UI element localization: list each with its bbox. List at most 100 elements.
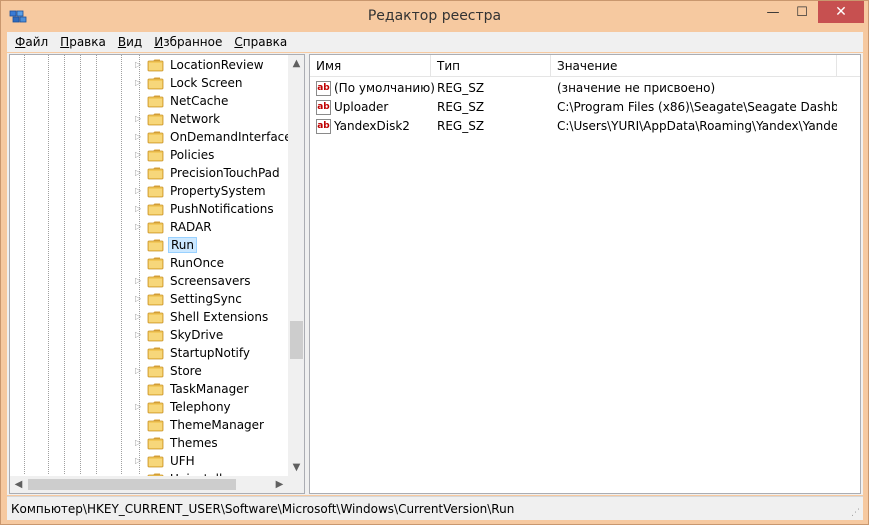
- tree-item-label: Telephony: [170, 400, 231, 414]
- folder-icon: [147, 382, 165, 396]
- folder-icon: [147, 328, 165, 342]
- tree-item[interactable]: ▷ RADAR: [10, 218, 290, 236]
- expand-arrow-icon[interactable]: ▷: [135, 456, 143, 466]
- tree-item-label: SettingSync: [170, 292, 242, 306]
- tree-item[interactable]: ▷ Screensavers: [10, 272, 290, 290]
- folder-icon: [147, 454, 165, 468]
- value-data: C:\Users\YURI\AppData\Roaming\Yandex\Yan…: [557, 119, 837, 133]
- tree-item-label: LocationReview: [170, 58, 264, 72]
- expand-arrow-icon[interactable]: ▷: [135, 402, 143, 412]
- tree-item[interactable]: NetCache: [10, 92, 290, 110]
- expand-arrow-icon[interactable]: ▷: [135, 276, 143, 286]
- column-header-type[interactable]: Тип: [431, 55, 551, 77]
- scroll-left-arrow-icon[interactable]: ◀: [10, 476, 27, 493]
- tree-item[interactable]: StartupNotify: [10, 344, 290, 362]
- string-value-icon: ab: [316, 100, 331, 115]
- list-row[interactable]: ab (По умолчанию) REG_SZ (значение не присв…: [310, 79, 860, 98]
- expand-arrow-icon[interactable]: ▷: [135, 366, 143, 376]
- folder-icon: [147, 364, 165, 378]
- menu-help-label: правка: [242, 35, 288, 49]
- expand-arrow-icon[interactable]: ▷: [135, 330, 143, 340]
- tree-vertical-scrollbar[interactable]: ▲ ▼: [288, 55, 304, 476]
- expand-arrow-icon[interactable]: ▷: [135, 312, 143, 322]
- tree-item[interactable]: ▷ Lock Screen: [10, 74, 290, 92]
- menu-view[interactable]: Вид: [112, 32, 148, 52]
- list-row[interactable]: ab YandexDisk2 REG_SZ C:\Users\YURI\AppData…: [310, 117, 860, 136]
- menu-help[interactable]: Справка: [228, 32, 293, 52]
- value-name: Uploader: [334, 100, 389, 114]
- tree-item-label: StartupNotify: [170, 346, 251, 360]
- close-button[interactable]: ✕: [818, 1, 864, 23]
- scroll-down-arrow-icon[interactable]: ▼: [288, 459, 304, 476]
- column-header-value[interactable]: Значение: [551, 55, 837, 77]
- menu-edit[interactable]: Правка: [54, 32, 112, 52]
- minimize-button[interactable]: —: [759, 1, 787, 23]
- tree-item[interactable]: ▷ Store: [10, 362, 290, 380]
- tree-item[interactable]: TaskManager: [10, 380, 290, 398]
- scroll-up-arrow-icon[interactable]: ▲: [288, 55, 304, 72]
- tree-item[interactable]: ▷ SkyDrive: [10, 326, 290, 344]
- expand-arrow-icon[interactable]: ▷: [135, 168, 143, 178]
- tree-item[interactable]: ▷ OnDemandInterfaceCa: [10, 128, 304, 146]
- tree-item[interactable]: ▷ Telephony: [10, 398, 290, 416]
- scrollbar-corner: [288, 476, 304, 493]
- tree-item-label: Policies: [170, 148, 215, 162]
- expand-arrow-icon[interactable]: ▷: [135, 60, 143, 70]
- folder-icon: [147, 292, 165, 306]
- tree-item-label: RADAR: [170, 220, 212, 234]
- maximize-button[interactable]: ☐: [788, 1, 816, 23]
- tree-horizontal-scrollbar[interactable]: ◀ ▶: [10, 476, 288, 493]
- expand-arrow-icon[interactable]: ▷: [135, 294, 143, 304]
- title-bar[interactable]: Редактор реестра — ☐ ✕: [1, 1, 868, 31]
- folder-icon: [147, 238, 165, 252]
- tree-item[interactable]: ▷ SettingSync: [10, 290, 290, 308]
- tree-item[interactable]: ▷ Network: [10, 110, 290, 128]
- scroll-right-arrow-icon[interactable]: ▶: [271, 476, 288, 493]
- registry-editor-window: Редактор реестра — ☐ ✕ Файл Правка Вид И…: [0, 0, 869, 525]
- folder-icon: [147, 148, 165, 162]
- key-tree[interactable]: ▷ LocationReview ▷ Lock Screen NetCache ▷ Netw…: [9, 54, 305, 494]
- resize-grip-icon[interactable]: ⋰: [851, 508, 861, 518]
- expand-arrow-icon[interactable]: ▷: [135, 132, 143, 142]
- value-name: YandexDisk2: [334, 119, 410, 133]
- values-list[interactable]: Имя Тип Значение ab (По умолчанию) REG_SZ(…: [309, 54, 861, 494]
- tree-item-label: ThemeManager: [170, 418, 264, 432]
- tree-item-label: UFH: [170, 454, 195, 468]
- menu-favorites-label: збранное: [163, 35, 223, 49]
- tree-item-label: TaskManager: [170, 382, 249, 396]
- tree-item-label: Screensavers: [170, 274, 251, 288]
- folder-icon: [147, 166, 165, 180]
- expand-arrow-icon[interactable]: ▷: [135, 186, 143, 196]
- folder-icon: [147, 58, 165, 72]
- list-row[interactable]: ab Uploader REG_SZ C:\Program Files (x86)\S…: [310, 98, 860, 117]
- menu-file[interactable]: Файл: [9, 32, 54, 52]
- tree-item[interactable]: ▷ UFH: [10, 452, 290, 470]
- tree-item[interactable]: ▷ Themes: [10, 434, 290, 452]
- expand-arrow-icon[interactable]: ▷: [135, 114, 143, 124]
- tree-item-label: NetCache: [170, 94, 229, 108]
- value-type: REG_SZ: [437, 81, 485, 95]
- tree-item[interactable]: Run: [10, 236, 290, 254]
- tree-item[interactable]: ▷ Policies: [10, 146, 290, 164]
- tree-item[interactable]: ▷ PropertySystem: [10, 182, 290, 200]
- expand-arrow-icon[interactable]: ▷: [135, 78, 143, 88]
- tree-item[interactable]: ▷ LocationReview: [10, 56, 290, 74]
- menu-view-accel: В: [117, 35, 127, 49]
- expand-arrow-icon[interactable]: ▷: [135, 204, 143, 214]
- column-header-name[interactable]: Имя: [310, 55, 431, 77]
- tree-item[interactable]: ThemeManager: [10, 416, 290, 434]
- expand-arrow-icon[interactable]: ▷: [135, 222, 143, 232]
- tree-item-label: Lock Screen: [170, 76, 243, 90]
- tree-item-label: PushNotifications: [170, 202, 274, 216]
- expand-arrow-icon[interactable]: ▷: [135, 150, 143, 160]
- menu-favorites[interactable]: Избранное: [148, 32, 228, 52]
- folder-icon: [147, 274, 165, 288]
- tree-item[interactable]: ▷ Shell Extensions: [10, 308, 290, 326]
- folder-icon: [147, 220, 165, 234]
- tree-item[interactable]: ▷ PushNotifications: [10, 200, 290, 218]
- expand-arrow-icon[interactable]: ▷: [135, 438, 143, 448]
- tree-item[interactable]: RunOnce: [10, 254, 290, 272]
- tree-item[interactable]: ▷ PrecisionTouchPad: [10, 164, 290, 182]
- tree-vscroll-thumb[interactable]: [290, 321, 303, 359]
- tree-hscroll-thumb[interactable]: [28, 479, 236, 490]
